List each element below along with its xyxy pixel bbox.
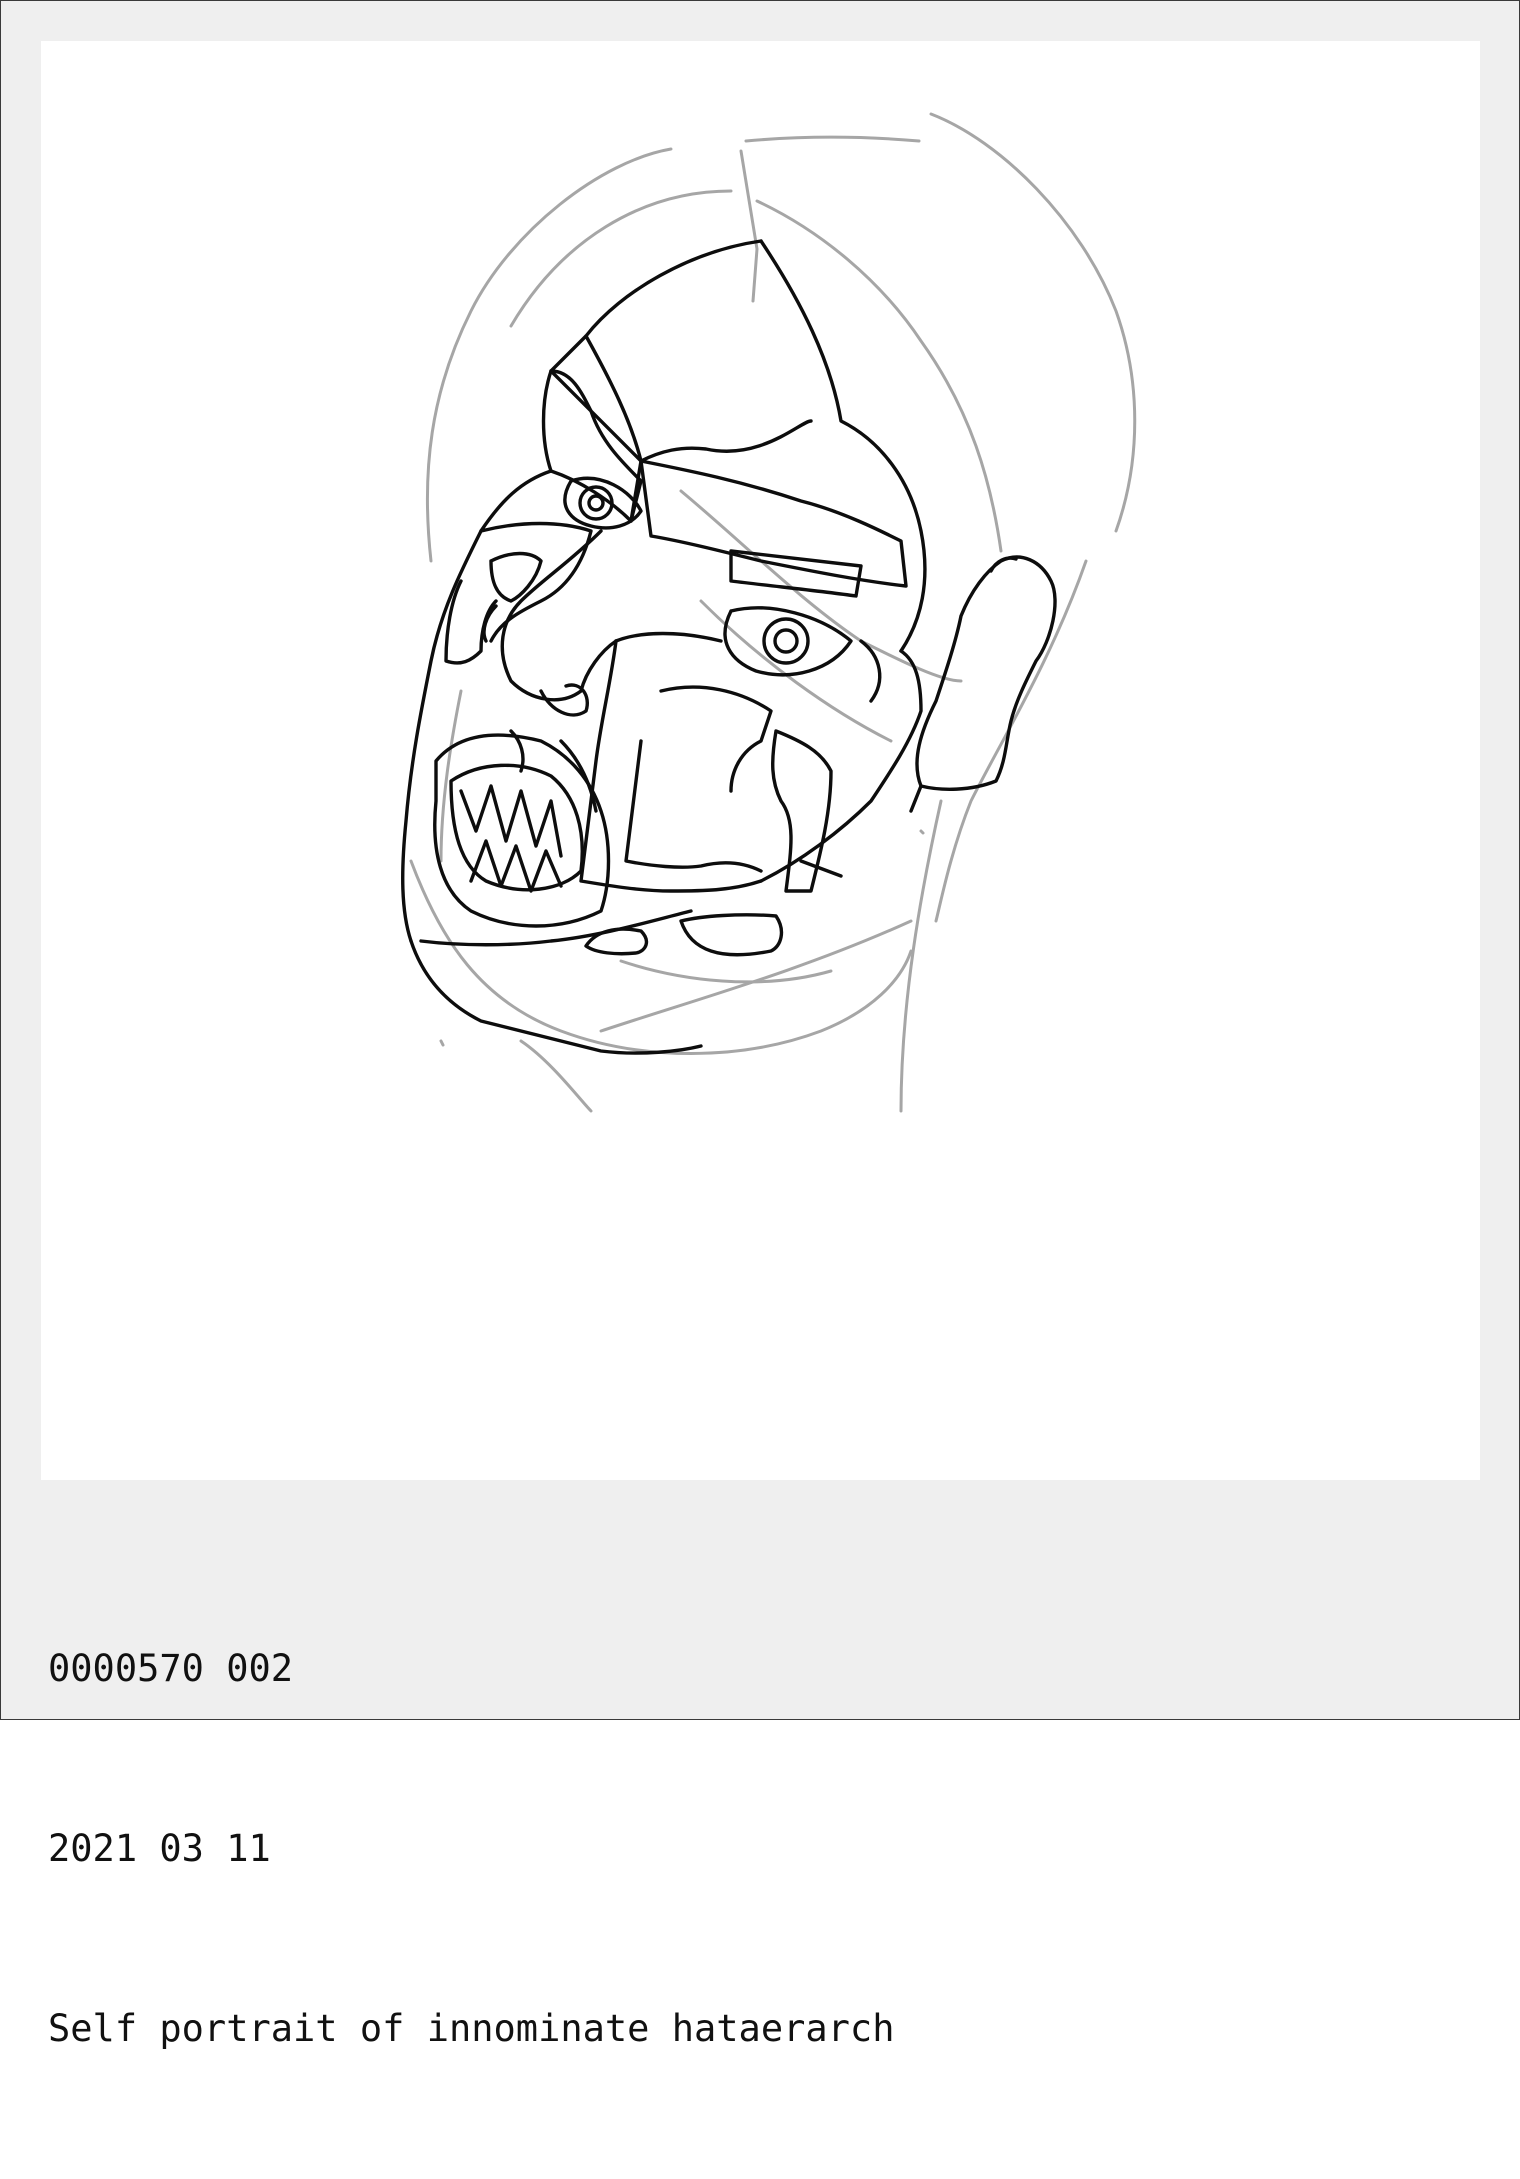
face-ink-lines (401, 239, 1057, 1055)
artwork-frame: 0000570 002 2021 03 11 Self portrait of … (0, 0, 1520, 2050)
drawing-canvas (41, 41, 1480, 1480)
caption-date-line: 2021 03 11 (48, 1827, 271, 1870)
line-drawing-face-icon (401, 112, 1137, 1113)
caption-block: 0000570 002 2021 03 11 Self portrait of … (48, 1519, 894, 2179)
caption-id-line: 0000570 002 (48, 1647, 294, 1690)
caption-title-line: Self portrait of innominate hataerarch (48, 2007, 895, 2050)
